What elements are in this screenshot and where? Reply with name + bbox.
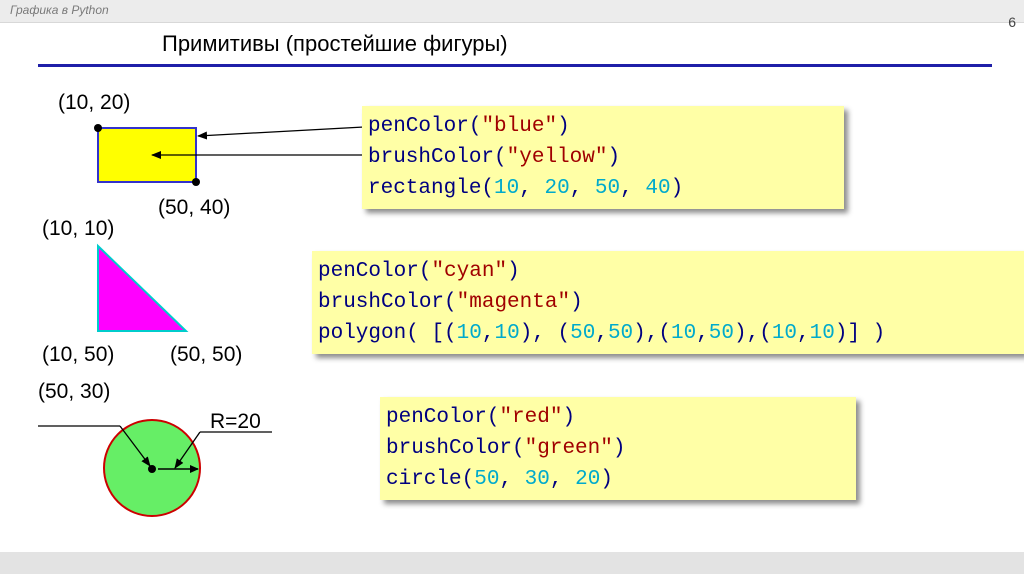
circle-code-block: penColor("red") brushColor("green") circ… xyxy=(380,397,856,500)
rect-bottom-right-label: (50, 40) xyxy=(158,196,231,219)
code-line: rectangle(10, 20, 50, 40) xyxy=(368,177,684,200)
code-line: polygon( [(10,10), (50,50),(10,50),(10,1… xyxy=(318,322,886,345)
code-line: penColor("cyan") xyxy=(318,260,520,283)
pen-color-arrow xyxy=(197,126,365,140)
rect-top-left-point xyxy=(94,124,102,132)
circle-radius-label: R=20 xyxy=(210,410,261,433)
polygon-code-block: penColor("cyan") brushColor("magenta") p… xyxy=(312,251,1024,354)
code-line: brushColor("yellow") xyxy=(368,146,621,169)
code-line: circle(50, 30, 20) xyxy=(386,468,613,491)
triangle-bottom-left-label: (10, 50) xyxy=(42,343,115,366)
triangle-bottom-right-label: (50, 50) xyxy=(170,343,243,366)
code-line: penColor("blue") xyxy=(368,115,570,138)
triangle-top-label: (10, 10) xyxy=(42,217,115,240)
rectangle-code-block: penColor("blue") brushColor("yellow") re… xyxy=(362,106,844,209)
code-line: penColor("red") xyxy=(386,406,576,429)
rect-bottom-right-point xyxy=(192,178,200,186)
circle-center-point xyxy=(148,465,156,473)
circle-center-label: (50, 30) xyxy=(38,380,111,403)
rect-top-left-label: (10, 20) xyxy=(58,91,131,114)
slide-footer-bar xyxy=(0,552,1024,574)
magenta-triangle xyxy=(97,243,189,332)
code-line: brushColor("green") xyxy=(386,437,626,460)
code-line: brushColor("magenta") xyxy=(318,291,583,314)
